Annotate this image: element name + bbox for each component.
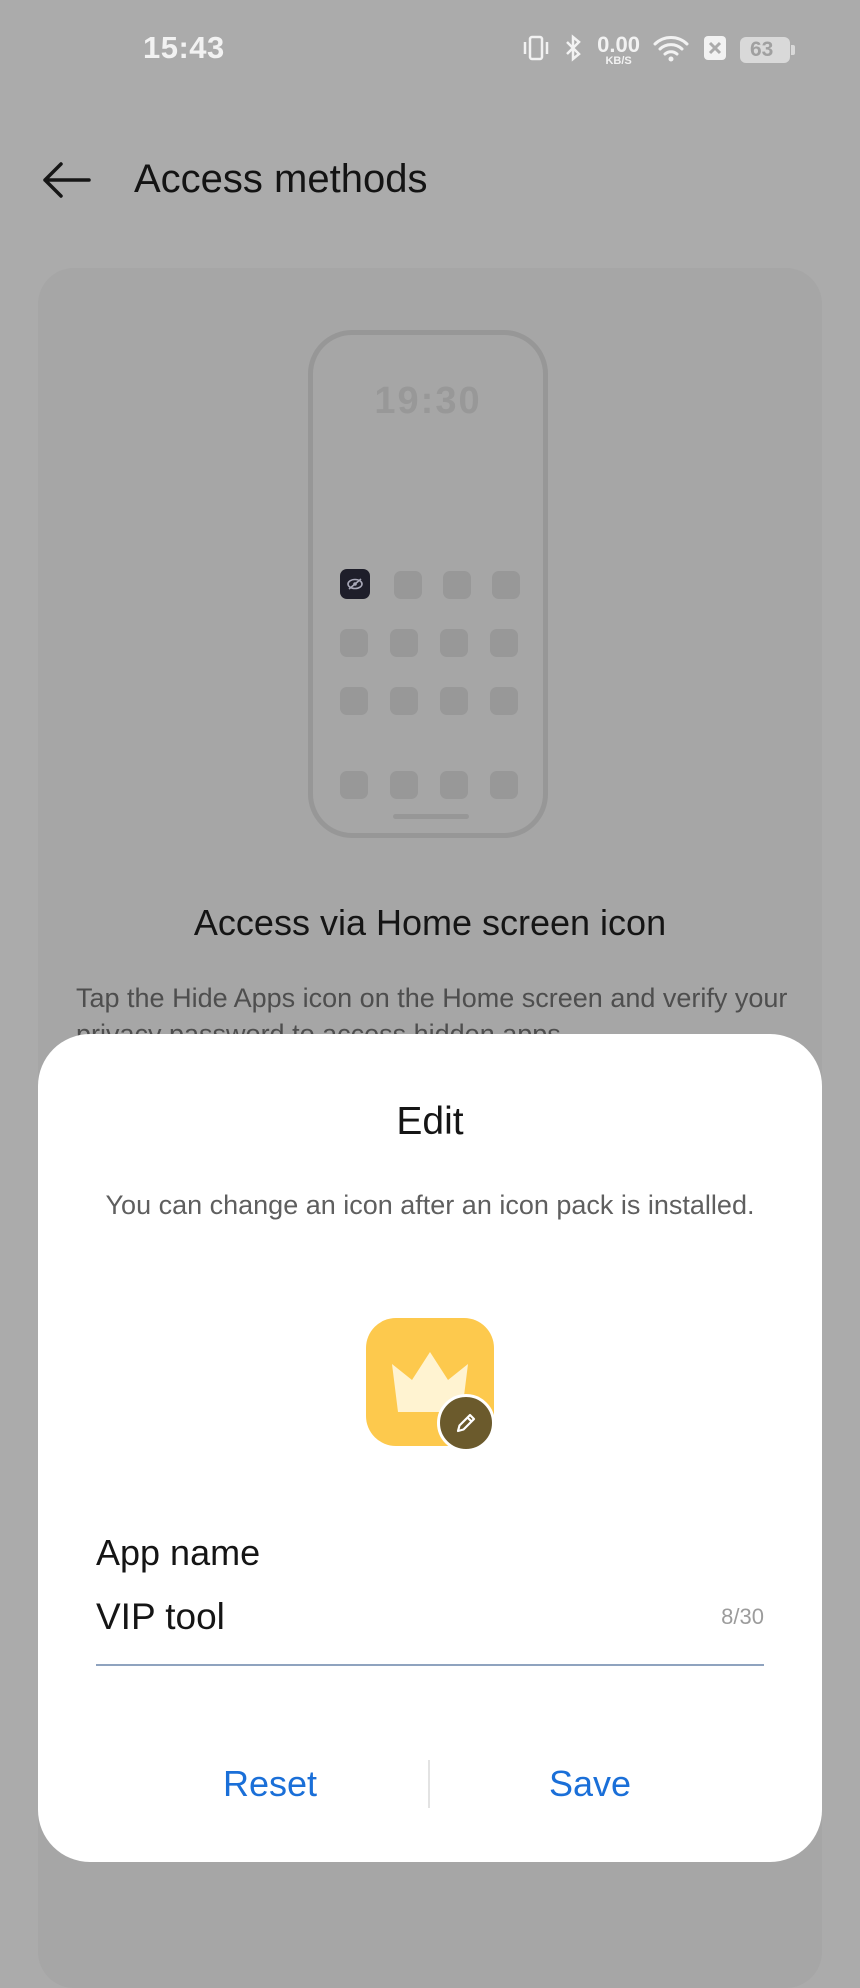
edit-icon-button[interactable] xyxy=(437,1394,495,1452)
app-placeholder xyxy=(443,571,471,599)
app-placeholder xyxy=(390,629,418,657)
input-underline xyxy=(96,1664,764,1666)
dialog-title: Edit xyxy=(396,1100,464,1143)
char-counter: 8/30 xyxy=(721,1604,764,1629)
app-placeholder xyxy=(492,571,520,599)
dock-placeholder xyxy=(390,771,418,799)
app-placeholder xyxy=(490,687,518,715)
hide-apps-icon xyxy=(340,569,370,599)
status-icons: 0.00 KB/S 63 xyxy=(521,30,795,70)
app-placeholder xyxy=(340,629,368,657)
app-placeholder xyxy=(490,629,518,657)
edit-dialog: Edit You can change an icon after an ico… xyxy=(38,1034,822,1862)
illustration-time: 19:30 xyxy=(374,380,482,422)
sim-off-icon xyxy=(702,33,728,68)
home-indicator xyxy=(393,814,469,819)
network-speed: 0.00 KB/S xyxy=(597,31,640,67)
wifi-icon xyxy=(652,33,690,68)
button-divider xyxy=(428,1760,430,1808)
app-placeholder xyxy=(440,629,468,657)
app-placeholder xyxy=(390,687,418,715)
save-button[interactable]: Save xyxy=(440,1754,740,1814)
back-button[interactable] xyxy=(36,155,96,205)
app-bar: Access methods xyxy=(0,145,860,215)
status-bar: 15:43 0.00 KB/S 63 xyxy=(0,0,860,100)
bluetooth-icon xyxy=(563,33,585,68)
battery-icon: 63 xyxy=(740,37,795,63)
dock-placeholder xyxy=(440,771,468,799)
page-title: Access methods xyxy=(134,157,428,201)
phone-illustration: 19:30 xyxy=(308,330,548,838)
dock-placeholder xyxy=(340,771,368,799)
card-title: Access via Home screen icon xyxy=(193,902,667,943)
dock-placeholder xyxy=(490,771,518,799)
vibrate-icon xyxy=(521,33,551,68)
app-placeholder xyxy=(340,687,368,715)
pencil-icon xyxy=(456,1413,476,1433)
reset-button[interactable]: Reset xyxy=(120,1754,420,1814)
app-placeholder xyxy=(440,687,468,715)
status-time: 15:43 xyxy=(143,30,225,65)
dialog-subtitle: You can change an icon after an icon pac… xyxy=(105,1190,755,1220)
arrow-left-icon xyxy=(43,162,91,198)
app-name-label: App name xyxy=(96,1532,261,1573)
app-placeholder xyxy=(394,571,422,599)
app-name-input[interactable] xyxy=(96,1590,656,1644)
